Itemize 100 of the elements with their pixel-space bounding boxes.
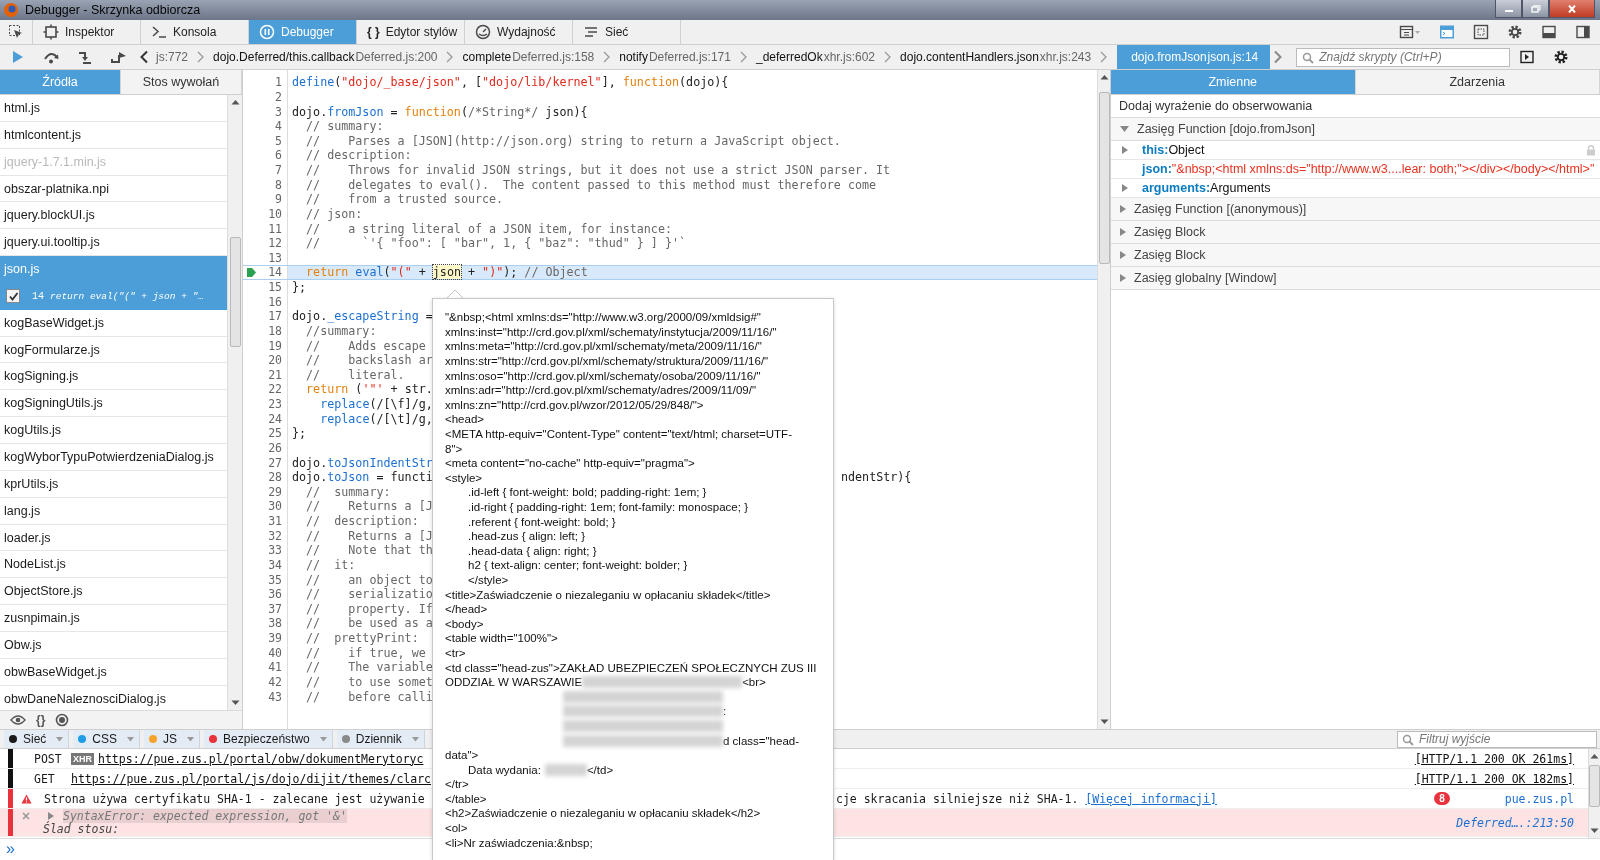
stack-frame[interactable]: dojo.Deferred/this.callbackDeferred.js:200 (210, 45, 441, 69)
scroll-down-icon (1099, 719, 1109, 725)
stack-frame[interactable]: notifyDeferred.js:171 (616, 45, 734, 69)
code-line: // summary: (305, 484, 391, 499)
popup-text: <META http-equiv="Content-Type" content="text/html; charset=UTF- (445, 428, 792, 441)
toolbox-tab[interactable]: { } Edytor stylów (357, 20, 465, 44)
toolbox-tab[interactable]: Wydajność (465, 20, 573, 44)
repeat-count: 8 (1434, 792, 1450, 805)
scrollbar[interactable] (227, 95, 242, 710)
source-link[interactable]: pue.zus.pl (1504, 791, 1574, 806)
request-url[interactable]: https://pue.zus.pl/portal/obw/dokumentMerytoryc (98, 751, 424, 766)
response-status[interactable]: [HTTP/1.1 200 OK 261ms] (1414, 751, 1574, 766)
variable-row[interactable]: this:Object (1111, 141, 1600, 160)
popup-text: <meta content="no-cache" http-equiv="pragma"> (445, 457, 695, 470)
panel-tab[interactable]: Stos wywołań (121, 70, 242, 94)
stack-frame[interactable]: dojo.contentHandlers.jsonxhr.js:243 (897, 45, 1095, 69)
scrollbar-thumb[interactable] (229, 237, 241, 347)
code-line: // Note that th (305, 543, 433, 558)
line-number: 38 (268, 616, 282, 631)
popup-text: d class="head- (723, 734, 799, 747)
filter-button[interactable]: CSS (73, 730, 141, 748)
code-line: // it: (305, 557, 356, 572)
toolbox-tab[interactable]: Inspektor (33, 20, 141, 44)
stack-frame[interactable]: js:772 (152, 45, 192, 69)
search-icon (1402, 733, 1414, 746)
minimize-button[interactable] (1495, 0, 1522, 18)
scroll-down-icon (1590, 828, 1599, 834)
variable-row[interactable]: json:"&nbsp;<html xmlns:ds="http://www.w3....lear: both;"></div></body></html>" (1111, 160, 1600, 179)
close-button[interactable] (1549, 0, 1595, 18)
code-line: // The variable (305, 660, 433, 675)
search-field[interactable]: Znajdź skrypty (Ctrl+P) (1296, 47, 1511, 67)
line-number: 3 (275, 104, 282, 119)
popup-text: h2 { text-align: center; font-weight: bolder; } (468, 559, 688, 572)
response-status[interactable]: [HTTP/1.1 200 OK 182ms] (1414, 771, 1574, 786)
square-icon (43, 24, 59, 40)
frame-icon (1473, 24, 1489, 40)
app-icon (3, 2, 19, 18)
stack-frame[interactable]: completeDeferred.js:158 (459, 45, 598, 69)
record-button[interactable] (55, 712, 70, 728)
code-line: dojo.toJsonIndentStr (292, 455, 433, 470)
stack-frame[interactable]: _deferredOkxhr.js:602 (752, 45, 879, 69)
filter-field[interactable]: Filtruj wyjście (1397, 730, 1597, 748)
line-number: 18 (268, 323, 282, 338)
popup-text: <td class="head-zus">ZAKŁAD UBEZPIECZEŃ SPOŁECZNYCH ZUS III (445, 661, 817, 674)
caret-icon (411, 736, 419, 742)
code-line: replace(/[\t]/g, (319, 411, 433, 426)
line-number: 16 (268, 294, 282, 309)
popup-text: xmlns:adr="http://crd.gov.pl/xml/schematy/adres/2009/11/09/" (445, 384, 757, 397)
line-number: 13 (268, 250, 282, 265)
request-method: POST (34, 751, 63, 766)
toolbox-tab[interactable]: Sieć (573, 20, 681, 44)
scrollbar[interactable] (1097, 70, 1110, 729)
filter-button[interactable]: Sieć (4, 730, 70, 748)
filter-button[interactable]: Dziennik (336, 730, 425, 748)
code-line: define("dojo/_base/json", ["dojo/lib/kernel"], function(dojo){ (292, 75, 729, 90)
popup-text: : (723, 705, 727, 718)
message-text: cje skracania silniejsze niż SHA-1. (836, 791, 1079, 806)
line-number: 21 (268, 367, 282, 382)
code-line: return eval("(" + json + ")"); // Object (305, 265, 588, 280)
popup-text: .id-left { font-weight: bold; padding-right: 1em; } (468, 486, 707, 499)
filter-button[interactable]: Bezpieczeństwo (204, 730, 333, 748)
line-number: 40 (268, 645, 282, 660)
error-icon (21, 810, 31, 821)
scope-header[interactable]: Zasięg Function [dojo.fromJson] (1111, 118, 1600, 141)
popup-text: <h2>Zaświadczenie o niezaleganiu w opłacaniu składek</h2> (445, 807, 761, 820)
scope-header[interactable]: Zasięg globalny [Window] (1111, 267, 1600, 290)
pretty-print-button[interactable]: {} (36, 712, 46, 728)
line-number: 14 (268, 265, 282, 280)
stack-trace-label: Ślad stosu: (43, 822, 120, 837)
checkbox[interactable] (6, 289, 20, 304)
watch-field[interactable]: Dodaj wyrażenie do obserwowania (1111, 95, 1600, 118)
line-number: 30 (268, 499, 282, 514)
request-url[interactable]: https://pue.zus.pl/portal/js/dojo/dijit/themes/clarc (71, 771, 432, 786)
panel-tab[interactable]: Zdarzenia (1355, 70, 1600, 94)
scope-header[interactable]: Zasięg Block (1111, 221, 1600, 244)
caret-icon (187, 736, 195, 742)
scrollbar[interactable] (1588, 749, 1600, 838)
scrollbar-thumb[interactable] (1098, 92, 1110, 264)
scrollbar-thumb[interactable] (1589, 765, 1600, 807)
dock-side-icon (1575, 24, 1591, 40)
more-info-link[interactable]: [Więcej informacji] (1085, 791, 1217, 806)
chevron-icon (1099, 51, 1109, 63)
line-number: 27 (268, 455, 282, 470)
scroll-up-icon (1099, 74, 1109, 80)
filter-button[interactable]: JS (144, 730, 201, 748)
popup-text: <br> (742, 676, 766, 689)
dock-bottom-icon (1541, 24, 1557, 40)
popup-text: 8"> (445, 442, 463, 455)
chevron-icon (883, 51, 893, 63)
eye-icon (10, 714, 26, 726)
scope-header[interactable]: Zasięg Function [(anonymous)] (1111, 198, 1600, 221)
chevron-icon (602, 51, 612, 63)
code-line: // from a trusted source. (305, 192, 504, 207)
scope-header[interactable]: Zasięg Block (1111, 244, 1600, 267)
line-number: 8 (275, 177, 282, 192)
maximize-button[interactable] (1522, 0, 1549, 18)
source-link[interactable]: Deferred….:213:50 (1456, 815, 1574, 830)
line-number: 2 (275, 89, 282, 104)
line-number: 31 (268, 514, 282, 529)
blackbox-button[interactable] (10, 712, 26, 728)
